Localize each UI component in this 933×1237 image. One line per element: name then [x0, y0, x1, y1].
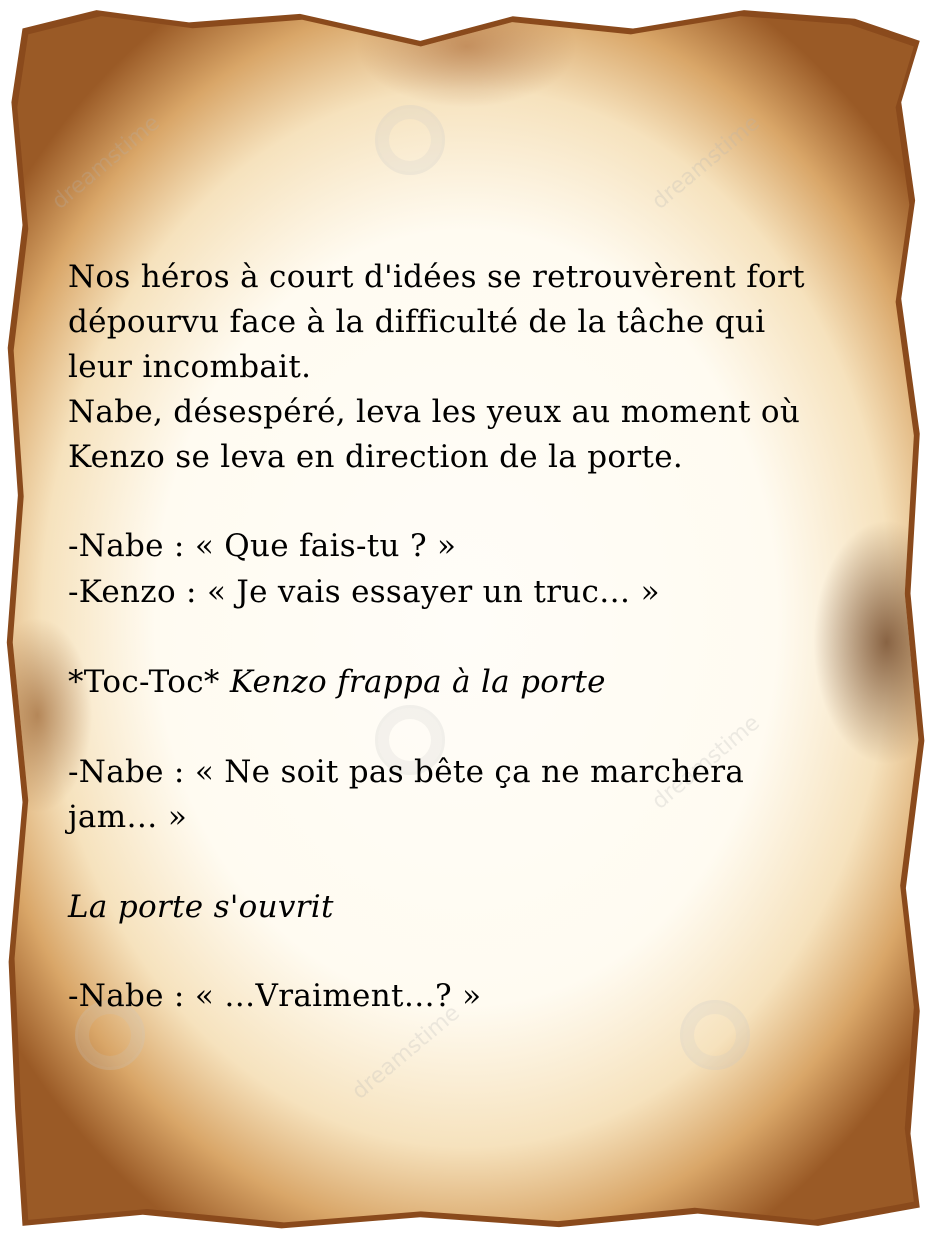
narration-italic: Kenzo frappa à la porte [229, 664, 606, 700]
dialogue-line: -Kenzo : « Je vais essayer un truc… » [68, 574, 660, 610]
story-line: Nos héros à court d'idées se retrouvèren… [68, 259, 805, 295]
narration-italic: La porte s'ouvrit [68, 889, 334, 925]
sound-effect: *Toc-Toc* [68, 664, 220, 700]
story-line: Nabe, désespéré, leva les yeux au moment… [68, 394, 801, 430]
dialogue-line: -Nabe : « Que fais-tu ? » [68, 528, 457, 564]
story-line: Kenzo se leva en direction de la porte. [68, 439, 683, 475]
dialogue-line: jam… » [68, 799, 188, 835]
story-line: leur incombait. [68, 349, 312, 385]
watermark-spiral-icon [680, 1000, 750, 1070]
burn-marks [12, 16, 919, 1223]
knock-line: *Toc-Toc* Kenzo frappa à la porte [68, 667, 606, 698]
watermark-spiral-icon [375, 105, 445, 175]
dialogue-line: -Nabe : « Ne soit pas bête ça ne marcher… [68, 754, 745, 790]
story-line: dépourvu face à la difficulté de la tâch… [68, 304, 766, 340]
parchment-surface [12, 16, 919, 1223]
dialogue-line: -Nabe : « …Vraiment…? » [68, 978, 482, 1014]
parchment-background [6, 10, 925, 1229]
